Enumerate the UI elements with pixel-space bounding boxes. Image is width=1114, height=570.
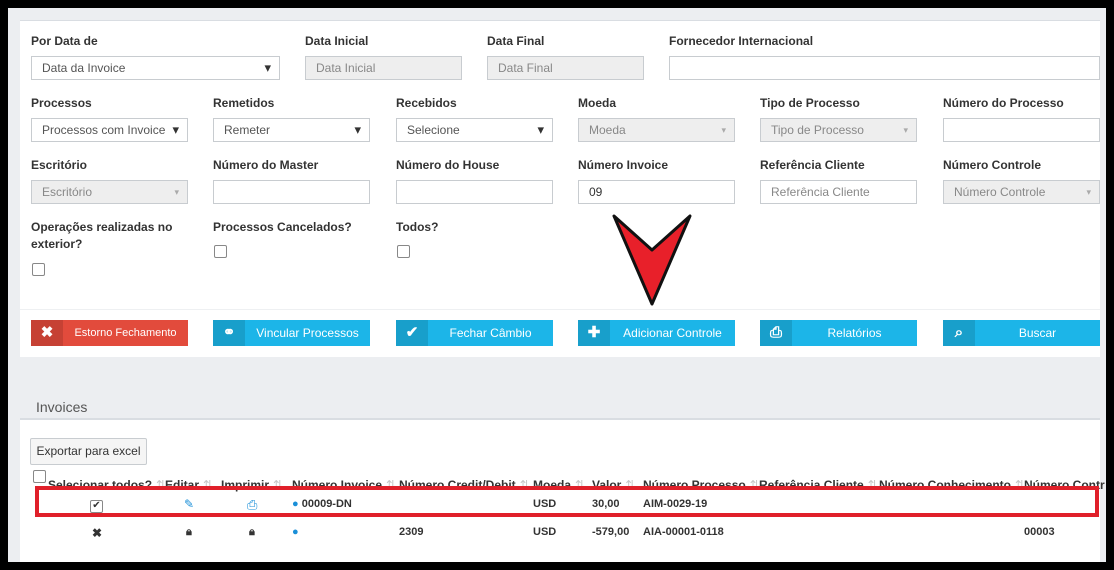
tipo-processo-select[interactable]: Tipo de Processo	[760, 118, 917, 142]
processos-cancelados-checkbox[interactable]	[214, 245, 227, 258]
buscar-label: Buscar	[1018, 326, 1057, 340]
print-icon: ⎙	[760, 320, 792, 346]
fechar-cambio-label: Fechar Câmbio	[449, 326, 532, 340]
row-2-moeda: USD	[533, 526, 557, 538]
remetidos-select[interactable]: Remeter	[213, 118, 370, 142]
plus-icon: ✚	[578, 320, 610, 346]
recebidos-select[interactable]: Selecione	[396, 118, 553, 142]
times-icon: ✖	[31, 320, 63, 346]
filter-panel: Por Data de Data da Invoice Data Inicial…	[20, 20, 1100, 357]
lock-icon: 🔒︎	[249, 526, 255, 538]
buscar-button[interactable]: ⌕ Buscar	[943, 320, 1100, 346]
todos-label: Todos?	[396, 220, 439, 234]
app-window: Por Data de Data da Invoice Data Inicial…	[8, 8, 1106, 562]
comment-icon[interactable]: ●	[292, 526, 299, 538]
operacoes-exterior-label: Operações realizadas no exterior?	[31, 219, 172, 253]
numero-controle-select[interactable]: Número Controle	[943, 180, 1100, 204]
vincular-processos-button[interactable]: ⚭ Vincular Processos	[213, 320, 370, 346]
data-inicial-input[interactable]: Data Inicial	[305, 56, 462, 80]
operacoes-exterior-label-line1: Operações realizadas no	[31, 220, 173, 234]
numero-controle-label: Número Controle	[943, 158, 1042, 172]
row-2-controle: 00003	[1024, 526, 1055, 538]
todos-checkbox[interactable]	[397, 245, 410, 258]
processos-select[interactable]: Processos com Invoice	[31, 118, 188, 142]
numero-invoice-input[interactable]: 09	[578, 180, 735, 204]
data-inicial-label: Data Inicial	[305, 34, 369, 48]
estorno-fechamento-button[interactable]: ✖ Estorno Fechamento	[31, 320, 188, 346]
data-final-label: Data Final	[487, 34, 545, 48]
escritorio-select[interactable]: Escritório	[31, 180, 188, 204]
moeda-label: Moeda	[578, 96, 617, 110]
row-2-processo: AIA-00001-0118	[643, 526, 724, 538]
referencia-cliente-label: Referência Cliente	[760, 158, 865, 172]
row-2-credit-debit: 2309	[399, 526, 424, 538]
adicionar-controle-button[interactable]: ✚ Adicionar Controle	[578, 320, 735, 346]
fornecedor-label: Fornecedor Internacional	[669, 34, 814, 48]
numero-processo-label: Número do Processo	[943, 96, 1064, 110]
remetidos-label: Remetidos	[213, 96, 275, 110]
tipo-processo-label: Tipo de Processo	[760, 96, 860, 110]
form-divider	[20, 309, 1100, 310]
fechar-cambio-button[interactable]: ✔ Fechar Câmbio	[396, 320, 553, 346]
select-all-checkbox[interactable]	[33, 470, 46, 483]
times-icon[interactable]: ✖	[92, 526, 102, 540]
operacoes-exterior-label-line2: exterior?	[31, 237, 83, 251]
moeda-select[interactable]: Moeda	[578, 118, 735, 142]
numero-master-label: Número do Master	[213, 158, 319, 172]
link-icon: ⚭	[213, 320, 245, 346]
export-excel-button[interactable]: Exportar para excel	[30, 438, 147, 465]
referencia-cliente-input[interactable]: Referência Cliente	[760, 180, 917, 204]
numero-invoice-label: Número Invoice	[578, 158, 669, 172]
row-2-invoice: ●	[292, 526, 299, 538]
vincular-processos-label: Vincular Processos	[256, 326, 359, 340]
numero-processo-input[interactable]	[943, 118, 1100, 142]
numero-master-input[interactable]	[213, 180, 370, 204]
operacoes-exterior-checkbox[interactable]	[32, 263, 45, 276]
annotation-arrow-icon	[612, 214, 692, 306]
relatorios-label: Relatórios	[827, 326, 882, 340]
relatorios-button[interactable]: ⎙ Relatórios	[760, 320, 917, 346]
fornecedor-input[interactable]	[669, 56, 1100, 80]
escritorio-label: Escritório	[31, 158, 88, 172]
processos-cancelados-label: Processos Cancelados?	[213, 220, 352, 234]
numero-house-input[interactable]	[396, 180, 553, 204]
row-2-valor: -579,00	[592, 526, 630, 538]
processos-label: Processos	[31, 96, 92, 110]
por-data-select[interactable]: Data da Invoice	[31, 56, 280, 80]
por-data-label: Por Data de	[31, 34, 98, 48]
check-icon: ✔	[396, 320, 428, 346]
adicionar-controle-label: Adicionar Controle	[623, 326, 722, 340]
estorno-fechamento-label: Estorno Fechamento	[74, 327, 177, 339]
recebidos-label: Recebidos	[396, 96, 457, 110]
numero-house-label: Número do House	[396, 158, 500, 172]
invoices-title: Invoices	[36, 399, 88, 415]
row-highlight-box	[35, 486, 1099, 517]
data-final-input[interactable]: Data Final	[487, 56, 644, 80]
lock-icon: 🔒︎	[186, 526, 192, 538]
search-icon: ⌕	[943, 320, 975, 346]
